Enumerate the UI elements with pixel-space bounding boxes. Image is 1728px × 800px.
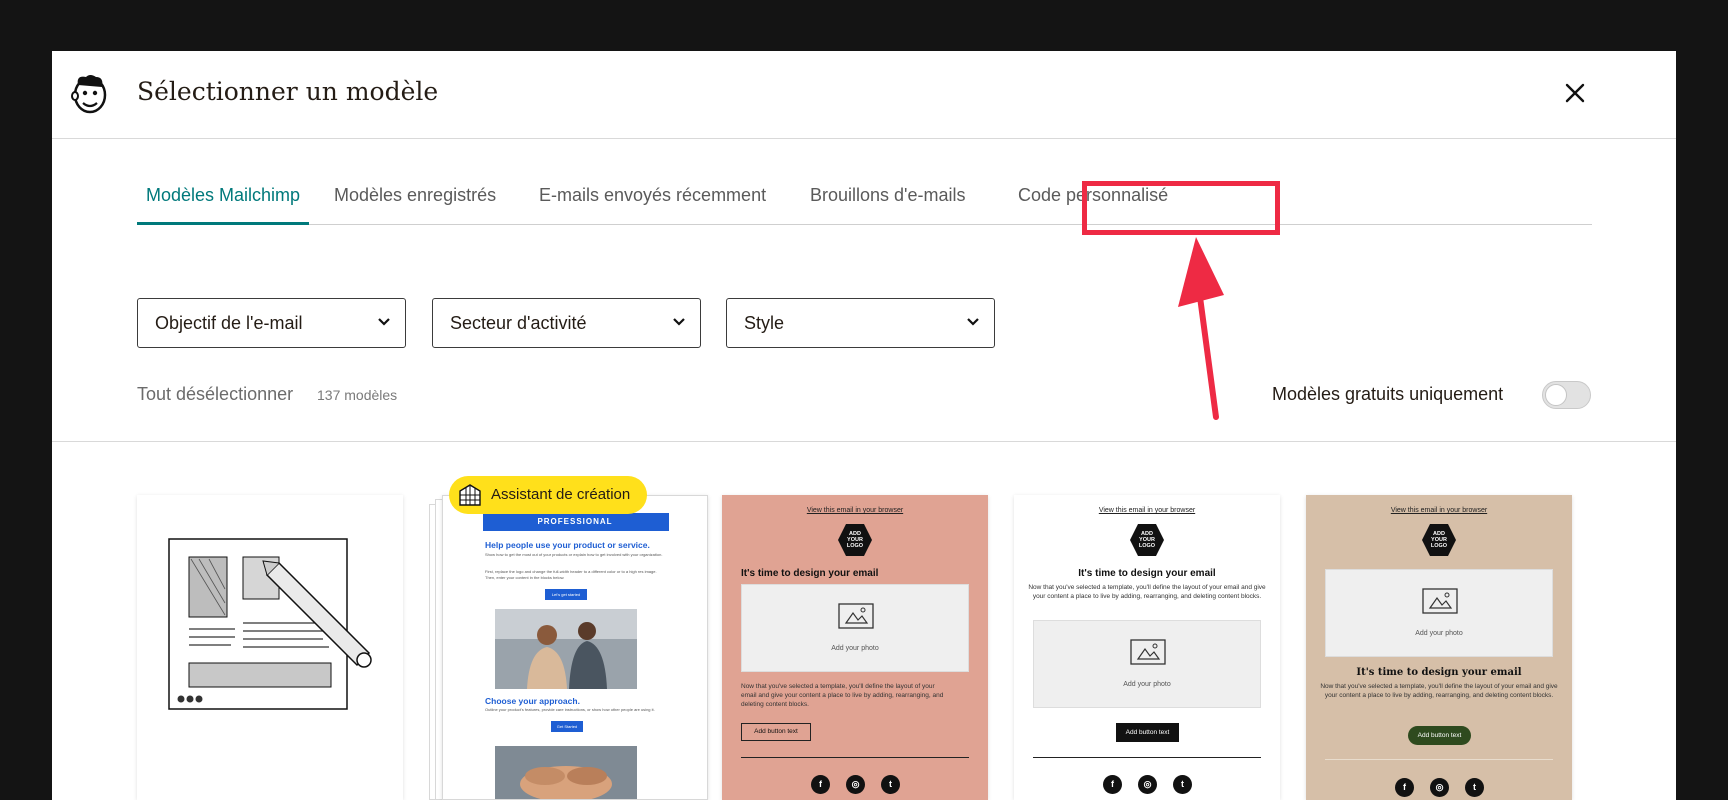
template-button: Add button text bbox=[741, 723, 811, 741]
instagram-icon: ◎ bbox=[1138, 775, 1157, 794]
template-card-tan[interactable]: View this email in your browser ADD YOUR… bbox=[1306, 495, 1572, 800]
tab-email-drafts[interactable]: Brouillons d'e-mails bbox=[801, 181, 975, 225]
template-body: Now that you've selected a template, you… bbox=[741, 683, 944, 709]
template-card-professional[interactable]: PROFESSIONAL Help people use your produc… bbox=[442, 495, 708, 800]
photo-placeholder: Add your photo bbox=[1325, 569, 1553, 657]
photo-placeholder: Add your photo bbox=[741, 584, 969, 672]
toggle-knob bbox=[1545, 384, 1567, 406]
template-card-pink[interactable]: View this email in your browser ADD YOUR… bbox=[722, 495, 988, 800]
logo-text-3: LOGO bbox=[1431, 543, 1448, 549]
add-photo-label: Add your photo bbox=[1415, 630, 1463, 637]
card-divider bbox=[1325, 759, 1553, 760]
chevron-down-icon bbox=[673, 318, 685, 326]
image-icon bbox=[838, 603, 874, 629]
professional-button-1: Let's get started bbox=[545, 589, 587, 600]
style-select-label: Style bbox=[744, 313, 785, 333]
add-photo-label: Add your photo bbox=[831, 645, 879, 652]
email-objective-select-label: Objectif de l'e-mail bbox=[155, 313, 303, 333]
image-icon bbox=[1422, 588, 1458, 614]
professional-banner: PROFESSIONAL bbox=[537, 517, 613, 526]
logo-placeholder-icon: ADD YOUR LOGO bbox=[1422, 524, 1456, 556]
image-icon bbox=[1130, 639, 1166, 665]
modal-header: Sélectionner un modèle bbox=[52, 51, 1676, 139]
free-templates-only-toggle[interactable] bbox=[1542, 381, 1591, 409]
chevron-down-icon bbox=[378, 318, 390, 326]
professional-body-1: Show how to get the most out of your pro… bbox=[485, 552, 663, 557]
template-count: 137 modèles bbox=[317, 387, 398, 403]
professional-heading-2: Choose your approach. bbox=[485, 696, 580, 706]
free-templates-only-label: Modèles gratuits uniquement bbox=[1272, 384, 1504, 404]
logo-placeholder-icon: ADD YOUR LOGO bbox=[838, 524, 872, 556]
mailchimp-logo-icon bbox=[71, 75, 107, 114]
tab-bar: Modèles Mailchimp Modèles enregistrés E-… bbox=[137, 181, 1592, 225]
facebook-icon: f bbox=[811, 775, 830, 794]
logo-placeholder-icon: ADD YOUR LOGO bbox=[1130, 524, 1164, 556]
card-divider bbox=[741, 757, 969, 758]
view-in-browser-link: View this email in your browser bbox=[1098, 507, 1196, 514]
people-photo-icon bbox=[495, 609, 637, 689]
template-modal: Sélectionner un modèle Modèles Mailchimp… bbox=[52, 51, 1676, 800]
logo-text-3: LOGO bbox=[847, 543, 864, 549]
template-heading: It's time to design your email bbox=[1356, 667, 1522, 678]
facebook-icon: f bbox=[1395, 778, 1414, 797]
chevron-down-icon bbox=[967, 318, 979, 326]
professional-body-2: First, replace the logo and change the f… bbox=[485, 569, 657, 580]
annotation-arrow-icon bbox=[1178, 237, 1224, 420]
design-assistant-badge: Assistant de création bbox=[449, 476, 647, 514]
tab-saved-templates[interactable]: Modèles enregistrés bbox=[325, 181, 505, 225]
professional-heading: Help people use your product or service. bbox=[485, 540, 650, 550]
template-card-blank[interactable] bbox=[137, 495, 403, 800]
template-button: Add button text bbox=[1408, 726, 1471, 745]
instagram-icon: ◎ bbox=[1430, 778, 1449, 797]
logo-text-3: LOGO bbox=[1139, 543, 1156, 549]
modal-title: Sélectionner un modèle bbox=[137, 77, 439, 106]
view-in-browser-link: View this email in your browser bbox=[806, 507, 904, 514]
instagram-icon: ◎ bbox=[846, 775, 865, 794]
professional-body-3: Outline your product's features, provide… bbox=[485, 707, 655, 712]
sketch-illustration-icon bbox=[168, 538, 372, 710]
section-divider bbox=[52, 441, 1676, 442]
template-heading: It's time to design your email bbox=[741, 568, 879, 579]
professional-button-2: Get Started bbox=[551, 721, 583, 732]
industry-select[interactable]: Secteur d'activité bbox=[432, 298, 701, 348]
card-divider bbox=[1033, 757, 1261, 758]
template-body: Now that you've selected a template, you… bbox=[1320, 683, 1558, 700]
photo-placeholder: Add your photo bbox=[1033, 620, 1261, 708]
template-heading: It's time to design your email bbox=[1078, 568, 1216, 579]
twitter-icon: t bbox=[1173, 775, 1192, 794]
facebook-icon: f bbox=[1103, 775, 1122, 794]
twitter-icon: t bbox=[881, 775, 900, 794]
template-body: Now that you've selected a template, you… bbox=[1028, 584, 1266, 601]
style-select[interactable]: Style bbox=[726, 298, 995, 348]
tab-custom-code[interactable]: Code personnalisé bbox=[1009, 181, 1177, 225]
tab-recent-emails[interactable]: E-mails envoyés récemment bbox=[530, 181, 775, 225]
hands-photo-icon bbox=[495, 746, 637, 799]
industry-select-label: Secteur d'activité bbox=[450, 313, 587, 333]
tab-mailchimp-templates[interactable]: Modèles Mailchimp bbox=[137, 181, 310, 225]
email-objective-select[interactable]: Objectif de l'e-mail bbox=[137, 298, 406, 348]
design-assistant-label: Assistant de création bbox=[491, 486, 631, 503]
view-in-browser-link: View this email in your browser bbox=[1390, 507, 1488, 514]
twitter-icon: t bbox=[1465, 778, 1484, 797]
template-card-white[interactable]: View this email in your browser ADD YOUR… bbox=[1014, 495, 1280, 800]
template-button: Add button text bbox=[1116, 723, 1179, 742]
add-photo-label: Add your photo bbox=[1123, 681, 1171, 688]
building-grid-icon bbox=[459, 484, 481, 506]
close-icon[interactable] bbox=[1560, 78, 1590, 108]
deselect-all-button[interactable]: Tout désélectionner bbox=[137, 384, 293, 405]
